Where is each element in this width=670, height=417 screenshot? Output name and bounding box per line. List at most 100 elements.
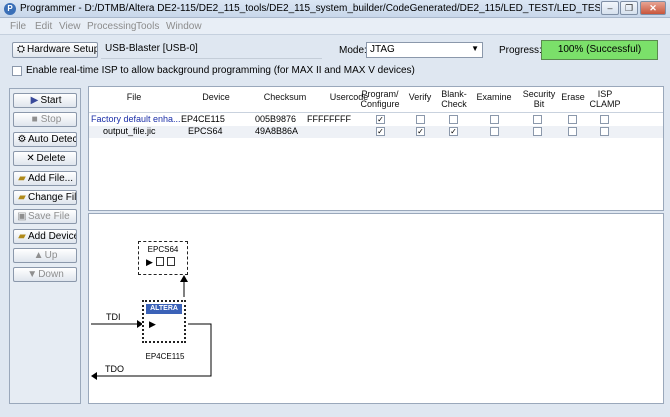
- close-icon[interactable]: ✕: [640, 1, 666, 15]
- row-checksum: 005B9876: [255, 114, 297, 124]
- tdo-label: TDO: [105, 364, 124, 374]
- table-checkbox[interactable]: [490, 115, 499, 124]
- menu-tools[interactable]: Tools: [136, 21, 159, 32]
- mode-select[interactable]: JTAG ▼: [366, 42, 483, 58]
- add-device-icon: ▰: [18, 231, 26, 242]
- title-bar: P Programmer - D:/DTMB/Altera DE2-115/DE…: [0, 0, 670, 18]
- start-label: Start: [40, 95, 62, 106]
- row-device: EP4CE115: [181, 114, 225, 124]
- stop-button[interactable]: ■ Stop: [13, 112, 77, 127]
- delete-icon: ✕: [26, 153, 35, 164]
- row-usercode: FFFFFFFF: [307, 114, 351, 124]
- table-checkbox[interactable]: [449, 115, 458, 124]
- add-device-button[interactable]: ▰Add Device...: [13, 229, 77, 244]
- header-verify: Verify: [408, 92, 432, 102]
- progress-label: Progress:: [499, 45, 542, 56]
- row-checksum: 49A8B86A: [255, 126, 299, 136]
- table-checkbox[interactable]: [568, 127, 577, 136]
- folder-icon: ▰: [18, 173, 26, 184]
- isp-label: Enable real-time ISP to allow background…: [26, 65, 415, 76]
- add-file-label: Add File...: [28, 173, 74, 184]
- play-icon: ▶: [146, 257, 153, 267]
- window-title: Programmer - D:/DTMB/Altera DE2-115/DE2_…: [20, 3, 600, 14]
- mode-value: JTAG: [370, 44, 395, 55]
- add-device-label: Add Device...: [28, 231, 76, 242]
- isp-checkbox[interactable]: [12, 66, 22, 76]
- menu-window[interactable]: Window: [166, 21, 202, 32]
- table-header: File Device Checksum Usercode Program/ C…: [89, 87, 663, 113]
- header-file: File: [126, 92, 142, 102]
- table-checkbox[interactable]: [533, 115, 542, 124]
- save-file-button[interactable]: ▣Save File: [13, 209, 77, 224]
- table-checkbox[interactable]: [600, 127, 609, 136]
- table-checkbox[interactable]: ✓: [376, 115, 385, 124]
- minimize-icon[interactable]: –: [601, 1, 619, 15]
- header-program-configure: Program/ Configure: [360, 89, 400, 109]
- change-file-button[interactable]: ▰Change File...: [13, 190, 77, 205]
- header-examine: Examine: [476, 92, 512, 102]
- page-icon: [156, 257, 164, 266]
- auto-detect-button[interactable]: ⚙ Auto Detect: [13, 132, 77, 147]
- header-security-bit: Security Bit: [522, 89, 556, 109]
- header-isp-clamp: ISP CLAMP: [589, 89, 621, 109]
- menu-view[interactable]: View: [59, 21, 81, 32]
- mode-label: Mode:: [339, 45, 367, 56]
- stop-label: Stop: [40, 114, 62, 125]
- header-device: Device: [202, 92, 230, 102]
- table-checkbox[interactable]: [416, 115, 425, 124]
- header-blank-check: Blank- Check: [441, 89, 467, 109]
- table-checkbox[interactable]: ✓: [449, 127, 458, 136]
- up-button[interactable]: ▲Up: [13, 248, 77, 263]
- menu-bar: File Edit View Processing Tools Window: [0, 18, 670, 35]
- chevron-down-icon: ▼: [471, 44, 479, 53]
- hardware-field: USB-Blaster [USB-0]: [101, 41, 322, 59]
- menu-file[interactable]: File: [10, 21, 26, 32]
- save-file-label: Save File: [28, 211, 70, 222]
- change-file-icon: ▰: [18, 192, 26, 203]
- page-icon: [167, 257, 175, 266]
- header-checksum: Checksum: [263, 92, 307, 102]
- add-file-button[interactable]: ▰ Add File...: [13, 171, 77, 186]
- hardware-setup-label: Hardware Setup...: [27, 44, 97, 55]
- down-button[interactable]: ▼Down: [13, 267, 77, 282]
- restore-icon[interactable]: ❐: [620, 1, 638, 15]
- ep4ce115-device[interactable]: ALTERA ▶: [142, 300, 186, 343]
- epcs64-label: EPCS64: [147, 245, 179, 254]
- menu-edit[interactable]: Edit: [35, 21, 52, 32]
- delete-button[interactable]: ✕ Delete: [13, 151, 77, 166]
- table-checkbox[interactable]: [600, 115, 609, 124]
- epcs64-device[interactable]: EPCS64 ▶: [138, 241, 188, 275]
- save-icon: ▣: [17, 211, 27, 222]
- table-checkbox[interactable]: ✓: [376, 127, 385, 136]
- hardware-icon: ⛭: [17, 44, 25, 55]
- ep4ce115-label: EP4CE115: [145, 352, 185, 361]
- play-icon: ▶: [149, 319, 156, 329]
- hardware-setup-button[interactable]: ⛭Hardware Setup...: [12, 42, 98, 58]
- delete-label: Delete: [36, 153, 66, 164]
- start-button[interactable]: ▶ Start: [13, 93, 77, 108]
- up-label: Up: [44, 250, 58, 261]
- chain-diagram: TDI TDO EPCS64 ▶ ALTERA ▶ EP4CE115: [88, 213, 664, 404]
- menu-processing[interactable]: Processing: [87, 21, 136, 32]
- row-device: EPCS64: [188, 126, 223, 136]
- arrow-up-icon: ▲: [33, 250, 44, 261]
- arrow-down-icon: ▼: [27, 269, 38, 280]
- progress-bar: 100% (Successful): [541, 40, 658, 60]
- device-table: File Device Checksum Usercode Program/ C…: [88, 86, 664, 211]
- tdi-label: TDI: [106, 312, 121, 322]
- start-icon: ▶: [30, 95, 39, 106]
- down-label: Down: [38, 269, 64, 280]
- altera-logo: ALTERA: [146, 304, 182, 314]
- auto-detect-label: Auto Detect: [28, 134, 77, 145]
- table-checkbox[interactable]: [533, 127, 542, 136]
- change-file-label: Change File...: [28, 192, 77, 203]
- programmer-app-icon: P: [4, 3, 16, 15]
- table-checkbox[interactable]: ✓: [416, 127, 425, 136]
- table-checkbox[interactable]: [490, 127, 499, 136]
- header-erase: Erase: [561, 92, 585, 102]
- stop-icon: ■: [31, 114, 38, 125]
- table-checkbox[interactable]: [568, 115, 577, 124]
- row-file: output_file.jic: [103, 126, 156, 136]
- auto-detect-icon: ⚙: [17, 134, 27, 145]
- row-file: Factory default enha...: [91, 114, 181, 124]
